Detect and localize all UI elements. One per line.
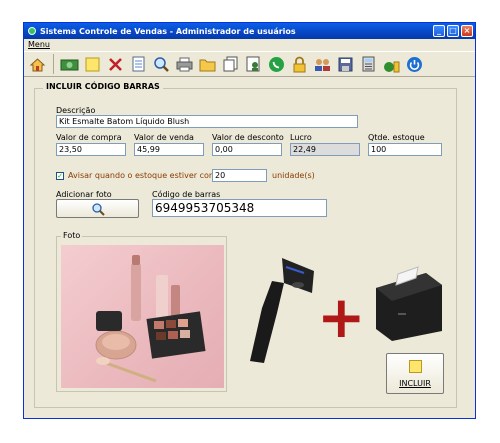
valor-desconto-field[interactable]: 0,00 bbox=[212, 143, 282, 156]
main-window: Sistema Controle de Vendas - Administrad… bbox=[23, 22, 476, 419]
search-icon bbox=[91, 202, 105, 216]
aviso-label: Avisar quando o estoque estiver com bbox=[68, 171, 217, 180]
window-title: Sistema Controle de Vendas - Administrad… bbox=[40, 26, 296, 36]
receipt-printer-image bbox=[368, 263, 448, 343]
folder-icon[interactable] bbox=[197, 54, 218, 75]
minimize-button[interactable]: _ bbox=[433, 25, 445, 37]
barcode-scanner-image bbox=[242, 253, 322, 368]
codigo-barras-label: Código de barras bbox=[152, 190, 221, 199]
money-bag-icon[interactable] bbox=[381, 54, 402, 75]
lucro-label: Lucro bbox=[290, 133, 312, 142]
adicionar-foto-button[interactable] bbox=[56, 199, 139, 218]
incluir-label: INCLUIR bbox=[399, 378, 431, 388]
valor-desconto-label: Valor de desconto bbox=[212, 133, 284, 142]
menu-item[interactable]: Menu bbox=[28, 40, 50, 49]
codigo-barras-field[interactable]: 6949953705348 bbox=[152, 199, 327, 217]
money-icon[interactable] bbox=[59, 54, 80, 75]
copy-icon[interactable] bbox=[220, 54, 241, 75]
users-icon[interactable] bbox=[312, 54, 333, 75]
valor-compra-label: Valor de compra bbox=[56, 133, 122, 142]
lucro-field: 22,49 bbox=[290, 143, 360, 156]
descricao-label: Descrição bbox=[56, 106, 96, 115]
section-title: INCLUIR CÓDIGO BARRAS bbox=[43, 82, 163, 91]
lock-icon[interactable] bbox=[289, 54, 310, 75]
foto-legend: Foto bbox=[61, 231, 83, 240]
note-icon bbox=[408, 359, 422, 373]
incluir-button[interactable]: INCLUIR bbox=[386, 353, 444, 394]
close-button[interactable]: × bbox=[461, 25, 473, 37]
power-icon[interactable] bbox=[404, 54, 425, 75]
app-icon bbox=[28, 27, 36, 35]
aviso-unit-label: unidade(s) bbox=[272, 171, 315, 180]
menu-bar: Menu bbox=[24, 39, 475, 51]
plus-sign: + bbox=[317, 283, 366, 351]
delete-icon[interactable] bbox=[105, 54, 126, 75]
title-bar[interactable]: Sistema Controle de Vendas - Administrad… bbox=[24, 23, 475, 39]
valor-venda-label: Valor de venda bbox=[134, 133, 194, 142]
whatsapp-icon[interactable] bbox=[266, 54, 287, 75]
valor-compra-field[interactable]: 23,50 bbox=[56, 143, 126, 156]
product-photo bbox=[61, 245, 224, 388]
search-icon[interactable] bbox=[151, 54, 172, 75]
adicionar-foto-label: Adicionar foto bbox=[56, 190, 112, 199]
document-icon[interactable] bbox=[128, 54, 149, 75]
note-icon[interactable] bbox=[82, 54, 103, 75]
user-report-icon[interactable] bbox=[243, 54, 264, 75]
toolbar-separator bbox=[53, 54, 54, 74]
calculator-icon[interactable] bbox=[358, 54, 379, 75]
form-panel: INCLUIR CÓDIGO BARRAS Descrição Kit Esma… bbox=[34, 82, 457, 408]
qtde-estoque-label: Qtde. estoque bbox=[368, 133, 425, 142]
aviso-quantidade-field[interactable]: 20 bbox=[212, 169, 267, 182]
maximize-button[interactable]: □ bbox=[447, 25, 459, 37]
home-icon[interactable] bbox=[27, 54, 48, 75]
toolbar bbox=[24, 51, 475, 77]
qtde-estoque-field[interactable]: 100 bbox=[368, 143, 442, 156]
foto-group: Foto bbox=[56, 231, 227, 392]
save-icon[interactable] bbox=[335, 54, 356, 75]
descricao-field[interactable]: Kit Esmalte Batom Líquido Blush bbox=[56, 115, 358, 128]
printer-icon[interactable] bbox=[174, 54, 195, 75]
aviso-checkbox[interactable]: ✓ bbox=[56, 172, 64, 180]
valor-venda-field[interactable]: 45,99 bbox=[134, 143, 204, 156]
